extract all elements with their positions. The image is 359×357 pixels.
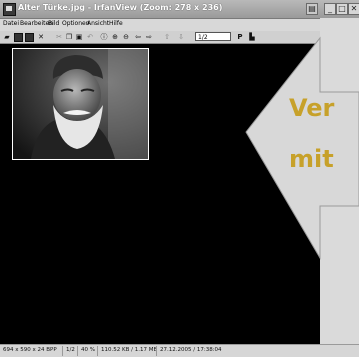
status-size: 110.52 KB / 1.17 MB: [101, 347, 158, 353]
status-zoom: 40 %: [81, 347, 95, 353]
status-page: 1/2: [66, 347, 75, 353]
irfanview-window: Alter Türke.jpg - IrfanView (Zoom: 278 x…: [0, 0, 359, 357]
status-dimensions: 694 x 590 x 24 BPP: [3, 347, 57, 353]
status-date: 27.12.2005 / 17:38:04: [160, 347, 222, 353]
callout-text-line2: mit: [289, 145, 334, 173]
callout-text-line1: Ver: [289, 94, 335, 122]
callout-arrow: [245, 36, 359, 260]
status-bar: 694 x 590 x 24 BPP 1/2 40 % 110.52 KB / …: [0, 344, 359, 357]
